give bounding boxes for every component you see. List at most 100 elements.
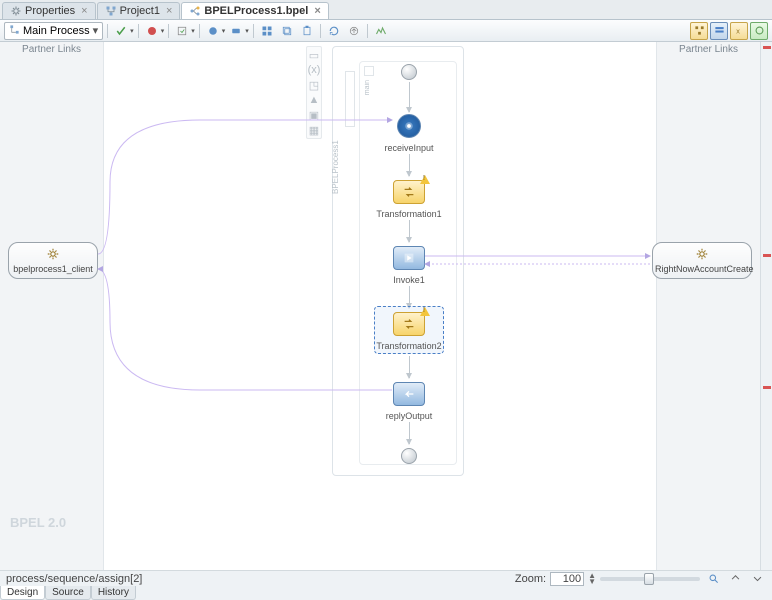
- separator: [253, 24, 254, 38]
- palette-receive-icon[interactable]: ◳: [308, 79, 320, 91]
- chevron-down-icon[interactable]: ▾: [245, 27, 249, 35]
- close-icon[interactable]: ×: [314, 5, 320, 17]
- connector: [409, 422, 410, 444]
- tree-icon: [9, 24, 20, 38]
- bottom-tabs: Design Source History: [0, 586, 136, 600]
- copy-button[interactable]: [278, 22, 296, 40]
- editor-tabs: Properties × Project1 × BPELProcess1.bpe…: [0, 0, 772, 20]
- view-monitor-button[interactable]: [750, 22, 768, 40]
- transform1-activity[interactable]: Transformation1: [393, 180, 425, 204]
- connector: [409, 220, 410, 242]
- export-button[interactable]: [345, 22, 363, 40]
- partner-button[interactable]: [204, 22, 222, 40]
- chevron-down-icon[interactable]: ▾: [130, 27, 134, 35]
- canvas[interactable]: Partner Links Partner Links ▭ (x) ◳ ▲ ▣ …: [0, 42, 760, 570]
- inner-handle[interactable]: [364, 66, 374, 76]
- collapse-button[interactable]: [726, 570, 744, 588]
- toolbar-right: x: [690, 22, 768, 40]
- lane-title: BPELProcess1: [331, 137, 345, 197]
- reply-activity[interactable]: replyOutput: [393, 382, 425, 406]
- receive-activity[interactable]: receiveInput: [397, 114, 421, 138]
- paste-button[interactable]: [298, 22, 316, 40]
- activity-label: replyOutput: [359, 411, 459, 421]
- connector: [409, 154, 410, 176]
- connector: [409, 82, 410, 112]
- toolbar: Main Process ▾ ▾ ▾ ▾ ▾ ▾ x: [0, 20, 772, 42]
- palette-scope-icon[interactable]: ▦: [308, 124, 320, 136]
- expand-button[interactable]: [748, 570, 766, 588]
- partner-link-client[interactable]: bpelprocess1_client: [8, 242, 98, 279]
- zoom-label: Zoom:: [515, 573, 546, 585]
- view-structure-button[interactable]: [690, 22, 708, 40]
- partner-header: Partner Links: [0, 42, 103, 57]
- close-icon[interactable]: ×: [81, 5, 87, 17]
- invoke-activity[interactable]: Invoke1: [393, 246, 425, 270]
- partner-link-label: bpelprocess1_client: [11, 264, 95, 274]
- partner-header: Partner Links: [657, 42, 760, 57]
- monitor-button[interactable]: [372, 22, 390, 40]
- gear-icon: [10, 5, 22, 17]
- tab-bpel[interactable]: BPELProcess1.bpel ×: [181, 2, 328, 19]
- zoom-area: Zoom: 100 ▲▼: [515, 570, 766, 588]
- warning-icon: [420, 175, 430, 184]
- activity-label: receiveInput: [359, 143, 459, 153]
- activity-label: Transformation1: [359, 209, 459, 219]
- close-icon[interactable]: ×: [166, 5, 172, 17]
- breadcrumb-bar: process/sequence/assign[2] Zoom: 100 ▲▼: [0, 570, 772, 586]
- process-icon: [189, 5, 201, 17]
- separator: [320, 24, 321, 38]
- gear-icon: [695, 247, 709, 261]
- separator: [168, 24, 169, 38]
- connector: [409, 286, 410, 308]
- partner-link-label: RightNowAccountCreate: [655, 264, 749, 274]
- tab-source[interactable]: Source: [45, 586, 91, 600]
- tree-icon: [105, 5, 117, 17]
- svg-text:x: x: [736, 26, 740, 35]
- warning-icon: [420, 307, 430, 316]
- partner-link-rightnow[interactable]: RightNowAccountCreate: [652, 242, 752, 279]
- transform2-activity[interactable]: Transformation2: [393, 312, 425, 336]
- activity-label: Transformation2: [359, 341, 459, 351]
- zoom-slider[interactable]: [600, 577, 700, 581]
- palette-assign-icon[interactable]: ▭: [308, 49, 320, 61]
- process-lane: BPELProcess1 main receiveInput Transform…: [332, 46, 464, 476]
- zoom-stepper[interactable]: ▲▼: [588, 573, 596, 585]
- slider-thumb[interactable]: [644, 573, 654, 585]
- view-data-button[interactable]: [710, 22, 728, 40]
- test-button[interactable]: [173, 22, 191, 40]
- separator: [199, 24, 200, 38]
- breakpoint-button[interactable]: [143, 22, 161, 40]
- tab-properties[interactable]: Properties ×: [2, 2, 96, 19]
- tab-design[interactable]: Design: [0, 586, 45, 600]
- palette-invoke-icon[interactable]: (x): [308, 64, 320, 76]
- palette-reply-icon[interactable]: ▣: [308, 109, 320, 121]
- end-event[interactable]: [401, 448, 417, 464]
- tab-history[interactable]: History: [91, 586, 136, 600]
- palette: ▭ (x) ◳ ▲ ▣ ▦: [306, 46, 322, 139]
- chevron-down-icon[interactable]: ▾: [191, 27, 195, 35]
- validate-button[interactable]: [112, 22, 130, 40]
- edge-markers: [760, 42, 772, 570]
- view-vars-button[interactable]: x: [730, 22, 748, 40]
- chevron-down-icon[interactable]: ▾: [161, 27, 165, 35]
- variable-button[interactable]: [227, 22, 245, 40]
- start-event[interactable]: [401, 64, 417, 80]
- tab-label: Project1: [120, 5, 160, 17]
- tab-project[interactable]: Project1 ×: [97, 2, 181, 19]
- breadcrumb: process/sequence/assign[2]: [6, 573, 142, 585]
- partner-column-right: Partner Links: [656, 42, 760, 570]
- layout-button[interactable]: [258, 22, 276, 40]
- tab-label: BPELProcess1.bpel: [204, 5, 308, 17]
- fit-button[interactable]: [704, 570, 722, 588]
- lane-handle[interactable]: [345, 71, 355, 127]
- activity-label: Invoke1: [359, 275, 459, 285]
- chevron-down-icon[interactable]: ▾: [222, 27, 226, 35]
- chevron-down-icon: ▾: [93, 24, 99, 37]
- zoom-input[interactable]: 100: [550, 572, 584, 586]
- gear-icon: [46, 247, 60, 261]
- palette-wait-icon[interactable]: ▲: [308, 94, 320, 106]
- refresh-button[interactable]: [325, 22, 343, 40]
- scope-dropdown[interactable]: Main Process ▾: [4, 22, 103, 40]
- partner-column-left: Partner Links: [0, 42, 104, 570]
- inner-title: main: [364, 80, 371, 95]
